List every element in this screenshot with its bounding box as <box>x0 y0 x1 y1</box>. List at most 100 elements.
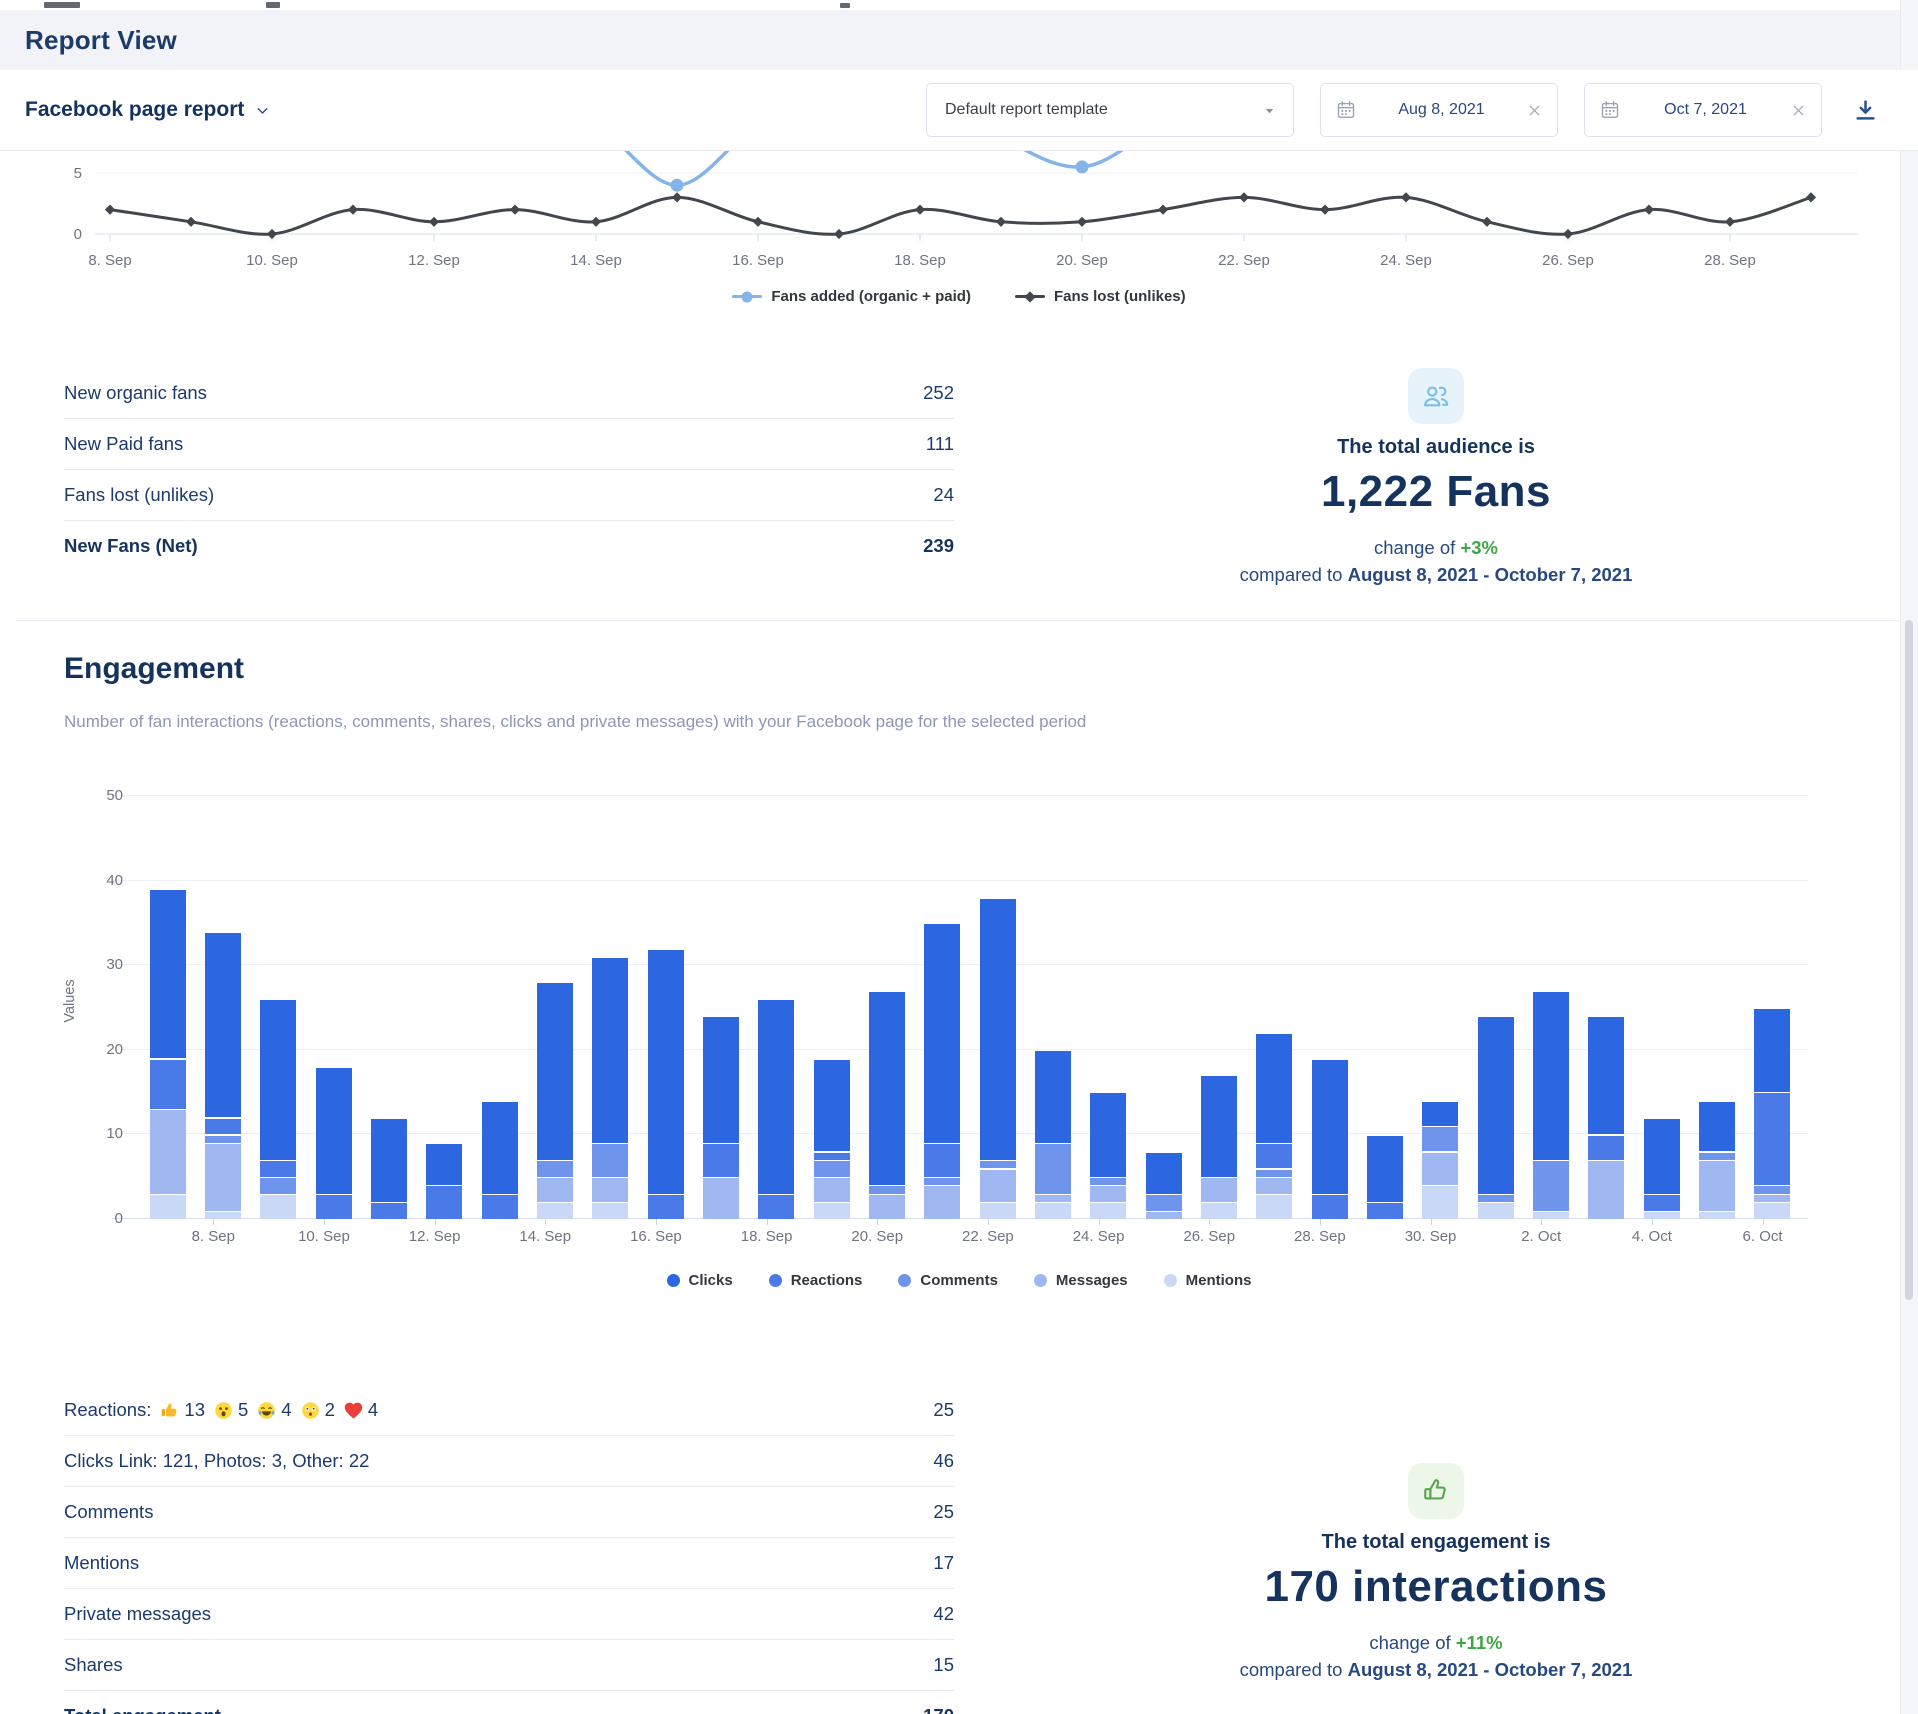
bar-segment-clicks <box>482 1102 518 1194</box>
row-label: New Fans (Net) <box>64 535 198 557</box>
engagement-heading: Engagement <box>64 652 244 686</box>
engagement-table: Reactions:13542425Clicks Link: 121, Phot… <box>64 1385 954 1714</box>
x-tick-label: 14. Sep <box>551 252 641 269</box>
fans-stats-block: New organic fans252New Paid fans111Fans … <box>0 368 1918 586</box>
flushed-emoji-icon <box>300 1400 321 1421</box>
bar-segment-messages <box>1588 1161 1624 1219</box>
fans-chart-legend: Fans added (organic + paid)Fans lost (un… <box>0 288 1918 305</box>
bar-segment-reactions <box>703 1144 739 1177</box>
scrollbar-thumb[interactable] <box>1905 620 1913 1300</box>
x-tick <box>1652 1219 1653 1225</box>
table-row: New Fans (Net)239 <box>64 521 954 571</box>
bar-segment-comments <box>1533 1161 1569 1210</box>
x-tick <box>213 1219 214 1225</box>
row-value: 24 <box>933 484 954 506</box>
report-name-label: Facebook page report <box>25 98 244 122</box>
scrollbar[interactable] <box>1900 0 1918 1714</box>
x-tick <box>988 1219 989 1225</box>
row-label: Mentions <box>64 1552 139 1574</box>
x-tick-label: 4. Oct <box>1607 1228 1697 1245</box>
bar-segment-comments <box>260 1178 296 1194</box>
gridline <box>112 795 1808 796</box>
bar-segment-mentions <box>1256 1195 1292 1219</box>
date-to-value: Oct 7, 2021 <box>1664 101 1747 119</box>
bar-segment-comments <box>1699 1153 1735 1160</box>
x-tick-label: 16. Sep <box>713 252 803 269</box>
close-icon[interactable] <box>1526 102 1543 119</box>
bar-segment-reactions <box>316 1195 352 1219</box>
bar-segment-reactions <box>814 1153 850 1160</box>
x-tick <box>1541 1219 1542 1225</box>
bar-segment-messages <box>703 1178 739 1219</box>
legend-label: Mentions <box>1186 1272 1252 1289</box>
bar-segment-comments <box>1146 1195 1182 1211</box>
bar-segment-messages <box>205 1144 241 1210</box>
bar-segment-reactions <box>1312 1195 1348 1219</box>
x-tick-label: 20. Sep <box>832 1228 922 1245</box>
y-tick-label: 40 <box>83 872 123 889</box>
line-diamond-marker <box>1015 295 1045 298</box>
date-to-picker[interactable]: Oct 7, 2021 <box>1584 83 1822 137</box>
x-tick <box>767 1219 768 1225</box>
bar-segment-comments <box>1090 1178 1126 1185</box>
date-from-picker[interactable]: Aug 8, 2021 <box>1320 83 1558 137</box>
bar-segment-reactions <box>1367 1203 1403 1219</box>
line-circle-marker <box>732 295 762 298</box>
close-icon[interactable] <box>1790 102 1807 119</box>
bar-segment-clicks <box>648 950 684 1194</box>
x-tick-label: 24. Sep <box>1361 252 1451 269</box>
row-label: Fans lost (unlikes) <box>64 484 214 506</box>
row-value: 42 <box>933 1603 954 1625</box>
bar-segment-comments <box>980 1161 1016 1168</box>
bar-segment-clicks <box>537 983 573 1159</box>
fans-table: New organic fans252New Paid fans111Fans … <box>64 368 954 571</box>
bar-segment-reactions <box>426 1186 462 1219</box>
table-row: Shares 15 <box>64 1640 954 1691</box>
bar-segment-clicks <box>1422 1102 1458 1126</box>
table-row: Mentions17 <box>64 1538 954 1589</box>
x-tick <box>545 1219 546 1225</box>
surprised-emoji-icon <box>213 1400 234 1421</box>
clipped-text-fragment <box>266 2 280 8</box>
bar-segment-messages <box>150 1110 186 1193</box>
bar-segment-clicks <box>260 1000 296 1159</box>
bar-segment-mentions <box>1699 1212 1735 1219</box>
row-label: Reactions:135424 <box>64 1399 378 1421</box>
bar-segment-reactions <box>1588 1136 1624 1160</box>
x-tick-label: 8. Sep <box>65 252 155 269</box>
row-value: 15 <box>933 1654 954 1676</box>
template-select[interactable]: Default report template <box>926 83 1294 137</box>
bar-segment-reactions <box>150 1060 186 1109</box>
audience-change: change of +3% <box>1374 537 1498 559</box>
report-name-dropdown[interactable]: Facebook page report <box>25 98 271 122</box>
legend-label: Fans lost (unlikes) <box>1054 288 1186 305</box>
x-tick <box>1209 1219 1210 1225</box>
bar-segment-clicks <box>1367 1136 1403 1202</box>
x-tick-label: 10. Sep <box>279 1228 369 1245</box>
bar-segment-mentions <box>1035 1203 1071 1219</box>
bar-segment-mentions <box>814 1203 850 1219</box>
download-icon <box>1853 98 1878 123</box>
x-tick-label: 6. Oct <box>1718 1228 1808 1245</box>
engagement-description: Number of fan interactions (reactions, c… <box>64 712 1086 732</box>
bar-segment-mentions <box>205 1212 241 1219</box>
x-tick-label: 12. Sep <box>390 1228 480 1245</box>
engagement-compare: compared to August 8, 2021 - October 7, … <box>1240 1659 1633 1681</box>
x-tick <box>1099 1219 1100 1225</box>
bar-segment-messages <box>1754 1195 1790 1202</box>
page-title: Report View <box>25 25 177 56</box>
engagement-chart-legend: ClicksReactionsCommentsMessagesMentions <box>0 1272 1918 1289</box>
bar-segment-comments <box>1256 1170 1292 1177</box>
table-row: Comments25 <box>64 1487 954 1538</box>
row-label: Shares <box>64 1654 123 1676</box>
download-button[interactable] <box>1848 93 1882 127</box>
bar-segment-clicks <box>592 958 628 1143</box>
thumbs-up-icon <box>1408 1463 1464 1519</box>
heart-emoji-icon <box>343 1400 364 1421</box>
change-value: +11% <box>1456 1632 1503 1653</box>
caret-down-icon <box>1262 103 1277 118</box>
bar-segment-mentions <box>150 1195 186 1219</box>
calendar-icon <box>1599 99 1621 121</box>
bar-segment-reactions <box>1644 1195 1680 1211</box>
toolbar: Facebook page report Default report temp… <box>0 70 1918 151</box>
